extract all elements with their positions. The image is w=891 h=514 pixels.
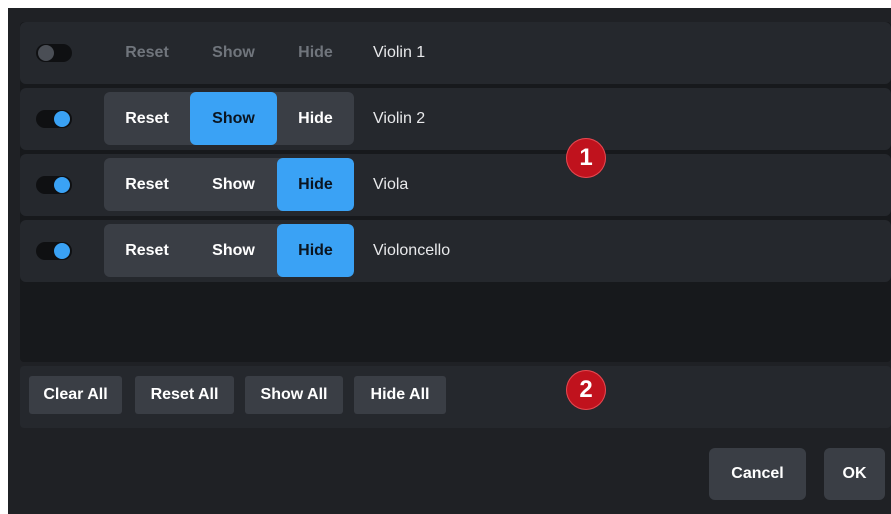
- enable-toggle-violin-1[interactable]: [36, 44, 72, 62]
- visibility-segmented-control-violin-1: Reset Show Hide: [104, 26, 354, 79]
- instrument-list: Reset Show Hide Violin 1 Reset Show Hide…: [20, 22, 891, 362]
- show-button-viola[interactable]: Show: [190, 158, 277, 211]
- instrument-name-violoncello: Violoncello: [373, 242, 451, 259]
- enable-toggle-violoncello[interactable]: [36, 242, 72, 260]
- bulk-actions-bar: Clear All Reset All Show All Hide All: [20, 366, 891, 428]
- clear-all-button[interactable]: Clear All: [29, 376, 122, 414]
- visibility-segmented-control-violoncello: Reset Show Hide: [104, 224, 354, 277]
- toggle-knob: [54, 243, 70, 259]
- enable-toggle-violin-2[interactable]: [36, 110, 72, 128]
- cancel-button[interactable]: Cancel: [709, 448, 806, 500]
- ok-button[interactable]: OK: [824, 448, 885, 500]
- visibility-segmented-control-viola: Reset Show Hide: [104, 158, 354, 211]
- toggle-knob: [54, 177, 70, 193]
- reset-button-violin-2[interactable]: Reset: [104, 92, 190, 145]
- hide-button-violoncello[interactable]: Hide: [277, 224, 354, 277]
- reset-button-viola[interactable]: Reset: [104, 158, 190, 211]
- reset-button-violin-1[interactable]: Reset: [104, 26, 190, 79]
- instrument-name-violin-2: Violin 2: [373, 110, 426, 127]
- toggle-knob: [54, 111, 70, 127]
- instrument-name-violin-1: Violin 1: [373, 44, 426, 61]
- instrument-row-violoncello: Reset Show Hide Violoncello: [20, 220, 891, 282]
- toggle-knob: [38, 45, 54, 61]
- show-all-button[interactable]: Show All: [245, 376, 343, 414]
- hide-all-button[interactable]: Hide All: [354, 376, 446, 414]
- visibility-segmented-control-violin-2: Reset Show Hide: [104, 92, 354, 145]
- callout-badge-2: 2: [566, 370, 606, 410]
- hide-button-viola[interactable]: Hide: [277, 158, 354, 211]
- callout-badge-1: 1: [566, 138, 606, 178]
- reset-button-violoncello[interactable]: Reset: [104, 224, 190, 277]
- hide-button-violin-2[interactable]: Hide: [277, 92, 354, 145]
- show-button-violin-2[interactable]: Show: [190, 92, 277, 145]
- staff-visibility-dialog: Reset Show Hide Violin 1 Reset Show Hide…: [8, 8, 891, 514]
- instrument-row-violin-1: Reset Show Hide Violin 1: [20, 22, 891, 84]
- reset-all-button[interactable]: Reset All: [135, 376, 234, 414]
- show-button-violoncello[interactable]: Show: [190, 224, 277, 277]
- instrument-row-violin-2: Reset Show Hide Violin 2: [20, 88, 891, 150]
- instrument-row-viola: Reset Show Hide Viola: [20, 154, 891, 216]
- instrument-name-viola: Viola: [373, 176, 409, 193]
- hide-button-violin-1[interactable]: Hide: [277, 26, 354, 79]
- show-button-violin-1[interactable]: Show: [190, 26, 277, 79]
- enable-toggle-viola[interactable]: [36, 176, 72, 194]
